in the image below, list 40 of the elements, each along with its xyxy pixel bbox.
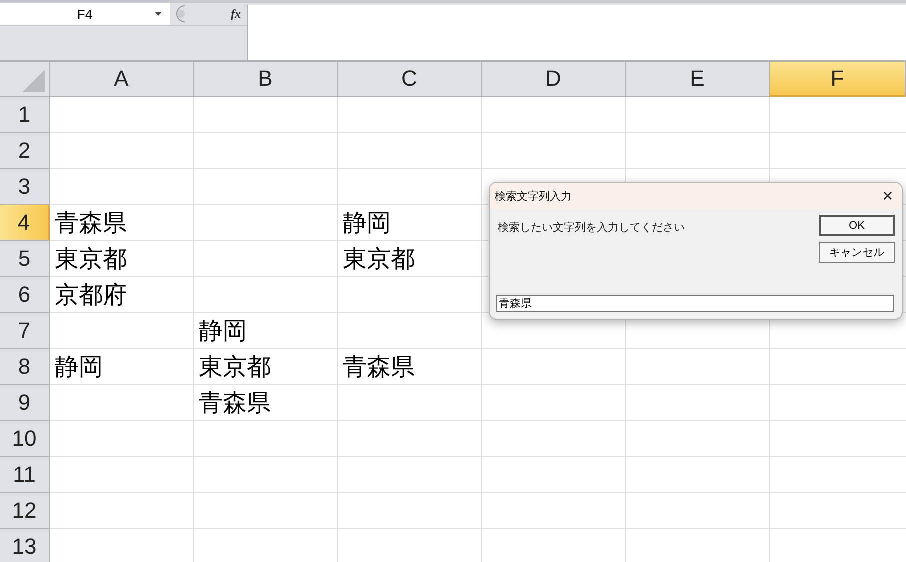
name-box[interactable]: F4 (0, 3, 170, 25)
column-header[interactable]: E (626, 62, 770, 97)
column-header[interactable]: F (770, 62, 906, 97)
table-cell: 東京都 (343, 246, 415, 274)
column-header[interactable]: D (482, 62, 626, 97)
column-header[interactable]: B (194, 62, 338, 97)
row-header[interactable]: 1 (0, 97, 50, 133)
prompt-text: 検索したい文字列を入力してください (498, 220, 685, 236)
row-header[interactable]: 8 (0, 349, 50, 385)
row-header[interactable]: 7 (0, 313, 50, 349)
dialog-title: 検索文字列入力 (495, 190, 572, 204)
table-cell: 青森県 (343, 354, 415, 382)
column-header[interactable]: A (50, 62, 194, 97)
table-cell: 京都府 (55, 282, 127, 310)
input-field[interactable]: 青森県 (496, 295, 894, 312)
table-cell: 東京都 (55, 246, 127, 274)
row-header[interactable]: 10 (0, 421, 50, 457)
row-header[interactable]: 3 (0, 169, 50, 205)
dropdown-caret-icon[interactable] (155, 12, 162, 16)
row-header[interactable]: 5 (0, 241, 50, 277)
row-header[interactable]: 6 (0, 277, 50, 313)
row-header[interactable]: 9 (0, 385, 50, 421)
row-header[interactable]: 12 (0, 493, 50, 529)
table-cell: 静岡 (199, 318, 247, 346)
row-header[interactable]: 13 (0, 529, 50, 562)
select-all-corner[interactable] (0, 62, 50, 97)
ok-button[interactable]: OK (819, 215, 895, 236)
row-header[interactable]: 4 (0, 205, 50, 241)
table-cell: 東京都 (199, 354, 271, 382)
insert-function-button[interactable]: fx (231, 6, 241, 22)
close-button[interactable]: ✕ (874, 183, 902, 209)
table-cell: 静岡 (55, 354, 103, 382)
column-header[interactable]: C (338, 62, 482, 97)
table-cell: 青森県 (55, 210, 127, 238)
table-cell: 静岡 (343, 210, 391, 238)
row-header[interactable]: 2 (0, 133, 50, 169)
cancel-button[interactable]: キャンセル (819, 242, 895, 263)
select-all-icon (23, 70, 45, 92)
row-header[interactable]: 11 (0, 457, 50, 493)
table-cell: 青森県 (199, 390, 271, 418)
